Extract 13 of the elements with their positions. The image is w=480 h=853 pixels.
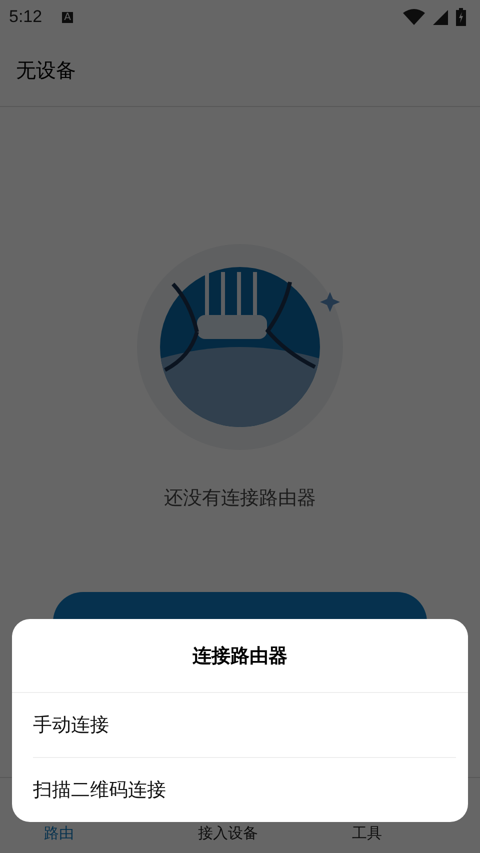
battery-icon <box>456 8 466 26</box>
status-time: 5:12 <box>9 7 42 27</box>
sheet-title: 连接路由器 <box>192 644 288 668</box>
nav-tab[interactable]: 接入设备 <box>154 824 308 853</box>
nav-tab[interactable]: 路由 <box>0 824 154 853</box>
signal-icon <box>433 10 448 24</box>
sheet-option[interactable]: 扫描二维码连接 <box>12 758 468 822</box>
wifi-icon <box>403 9 425 25</box>
notification-icon: A <box>62 12 73 22</box>
sheet-option[interactable]: 手动连接 <box>12 693 468 757</box>
page-title: 无设备 <box>16 56 76 84</box>
empty-message: 还没有连接路由器 <box>164 486 316 511</box>
nav-tab[interactable]: 工具 <box>308 824 462 853</box>
